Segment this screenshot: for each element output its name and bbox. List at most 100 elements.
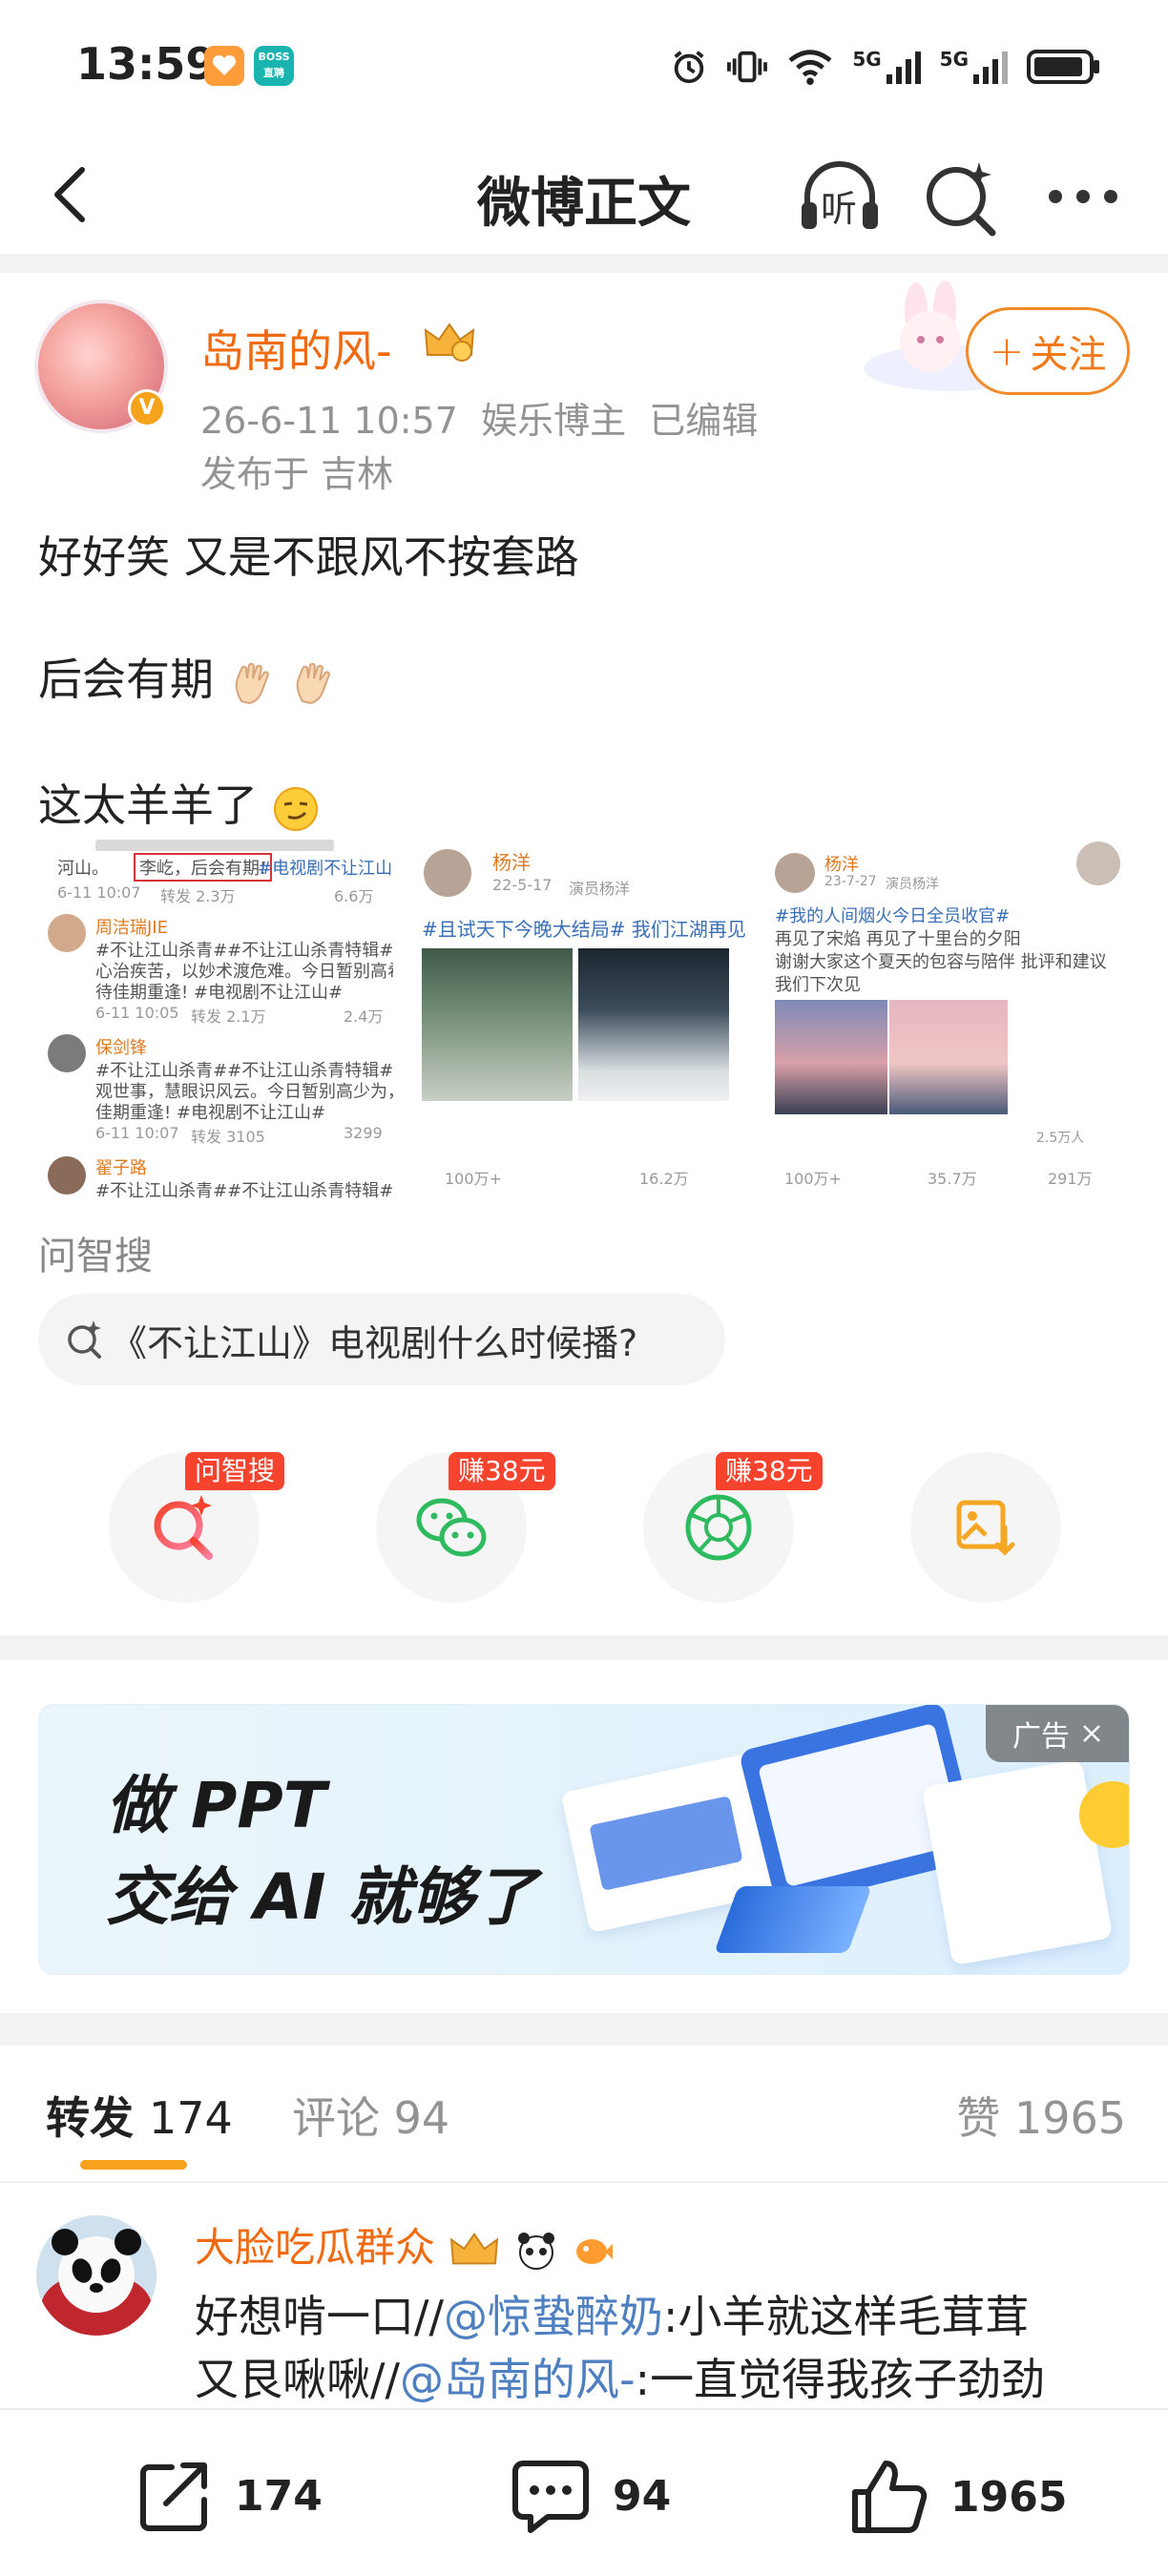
img3-photo-1 [775,1000,887,1114]
img1-top-text: 河山。 [57,859,109,879]
mini-line [95,840,334,851]
ai-search-button[interactable] [918,155,1004,240]
img3-avatar [775,853,815,893]
img1-highlight: 李屹，后会有期! [134,853,273,882]
wifi-icon [788,50,832,86]
tab-like[interactable]: 赞 1965 [956,2084,1126,2147]
boss-app-icon: BOSS直聘 [254,46,294,86]
post-text-line-3: 这太羊羊了 [38,771,320,834]
signal-5g-1-label: 5G [852,48,882,71]
more-button[interactable] [1040,158,1126,235]
img1-repost-1: 转发 2.3万 [160,887,236,905]
author-avatar[interactable]: V [34,300,168,433]
comment-icon [512,2461,589,2533]
close-icon [1083,1725,1100,1742]
bottom-action-bar: 174 94 1965 [0,2408,1168,2576]
img3-photo-2 [889,1000,1008,1114]
img2-text: #且试天下今晚大结局# 我们江湖再见 [422,918,746,941]
img1-repost-3: 转发 3105 [191,1128,265,1146]
img3-role: 演员杨洋 [886,877,939,892]
like-button[interactable]: 1965 [847,2456,1067,2538]
img2-repost: 100万+ [445,1170,502,1188]
repost-user-name-text: 大脸吃瓜群众 [195,2224,436,2271]
signal-5g-2: 5G [940,48,1010,86]
fish-badge-icon [576,2238,614,2264]
repost-text-line-1: 好想啃一口//@惊蛰醉奶:小羊就这样毛茸茸 [195,2282,1030,2345]
post-image-1[interactable]: 河山。 李屹，后会有期! #电视剧不让江山# 6-11 10:07 转发 2.3… [38,836,393,1202]
mention-link[interactable]: @惊蛰醉奶 [444,2291,663,2342]
top-nav: 微博正文 听 [0,134,1168,254]
post-date: 26-6-11 10:57 [200,400,458,442]
repost-user-avatar[interactable] [36,2215,156,2336]
img2-photo-2 [578,948,729,1101]
img1-likes-1: 6.6万 [334,887,374,905]
status-bar: 13:59 BOSS直聘 5G 5G [0,0,1168,134]
author-name[interactable]: 岛南的风- [200,317,392,380]
crown-member-icon [450,2232,499,2264]
tab-comment[interactable]: 评论 94 [292,2084,449,2147]
crown-member-icon [424,322,475,362]
listen-label: 听 [821,188,858,230]
mention-link[interactable]: @岛南的风- [400,2354,636,2405]
post-image-3[interactable]: 杨洋 23-7-27 演员杨洋 #我的人间烟火今日全员收官# 再见了宋焰 再见了… [771,836,1132,1202]
tab-comment-count: 94 [393,2092,450,2144]
listen-button[interactable]: 听 [796,153,884,240]
post-text-line-2: 后会有期 [38,645,337,708]
img1-text-3c: 佳期重逢! #电视剧不让江山# [95,1103,326,1123]
repost-text-1a: 好想啃一口// [195,2291,444,2342]
wenzhisou-query[interactable]: 《不让江山》电视剧什么时候播? [38,1294,725,1385]
save-image-button[interactable] [910,1452,1061,1603]
edited-label: 已编辑 [649,400,759,442]
battery-icon [1027,50,1099,84]
img3-text-d: 我们下次见 [775,975,861,995]
img1-text-2c: 待佳期重逢! #电视剧不让江山# [95,983,344,1003]
img1-meta-3: 6-11 10:07 [95,1124,179,1142]
moments-icon [685,1494,752,1561]
save-image-icon [956,1500,1015,1556]
section-separator-2 [0,2013,1168,2046]
img1-likes-2: 2.4万 [344,1008,384,1026]
img1-meta-1: 6-11 10:07 [57,883,141,902]
section-separator [0,1635,1168,1660]
post-image-2[interactable]: 杨洋 22-5-17 演员杨洋 #且试天下今晚大结局# 我们江湖再见 100万+… [416,836,763,1202]
img2-user: 杨洋 [492,851,531,874]
author-role: 娱乐博主 [481,400,627,442]
tab-repost-label: 转发 [46,2092,134,2144]
tab-repost[interactable]: 转发 174 [46,2084,233,2147]
img1-user-4: 翟子路 [95,1158,147,1178]
tab-comment-label: 评论 [292,2092,380,2144]
alarm-icon [674,51,704,84]
img2-comments: 16.2万 [639,1170,689,1188]
post-text-line-1: 好好笑 又是不跟风不按套路 [38,531,579,583]
repost-button[interactable]: 174 [134,2456,323,2536]
img3-text-a: #我的人间烟火今日全员收官# [775,906,1011,926]
img1-avatar-3 [48,1034,86,1072]
comment-count: 94 [613,2471,672,2521]
signal-5g-1: 5G [852,48,922,86]
ad-close-button[interactable]: 广告 [986,1705,1129,1762]
img3-text-c: 谢谢大家这个夏天的包容与陪伴 批评和建议 [775,952,1107,972]
img1-likes-3: 3299 [344,1124,383,1142]
thumbs-up-icon [852,2461,928,2533]
post-location: 发布于 吉林 [200,453,394,495]
comment-button[interactable]: 94 [510,2456,671,2536]
img2-avatar [424,849,471,897]
status-time: 13:59 [76,38,217,90]
repost-icon [140,2462,207,2531]
ad-line-2: 交给 AI 就够了 [106,1860,537,1934]
tab-divider [0,2181,1168,2183]
ai-search-icon [154,1495,213,1560]
img3-date: 23-7-27 [824,874,877,889]
follow-button[interactable]: + 关注 [966,307,1130,395]
repost-user-name[interactable]: 大脸吃瓜群众 [195,2215,615,2274]
ad-tag-label: 广告 [1012,1720,1070,1754]
img1-user-3: 保剑锋 [95,1038,147,1058]
more-dots-icon [1049,190,1117,203]
img2-photo-1 [422,948,573,1101]
img3-side-avatar [1076,841,1120,885]
img2-role: 演员杨洋 [569,880,631,898]
img1-user-2: 周洁瑞JIE [95,918,168,938]
ad-banner[interactable]: 做 PPT 交给 AI 就够了 广告 [38,1704,1130,1975]
moments-reward-tag: 赚38元 [716,1452,823,1490]
like-count: 1965 [950,2472,1068,2522]
